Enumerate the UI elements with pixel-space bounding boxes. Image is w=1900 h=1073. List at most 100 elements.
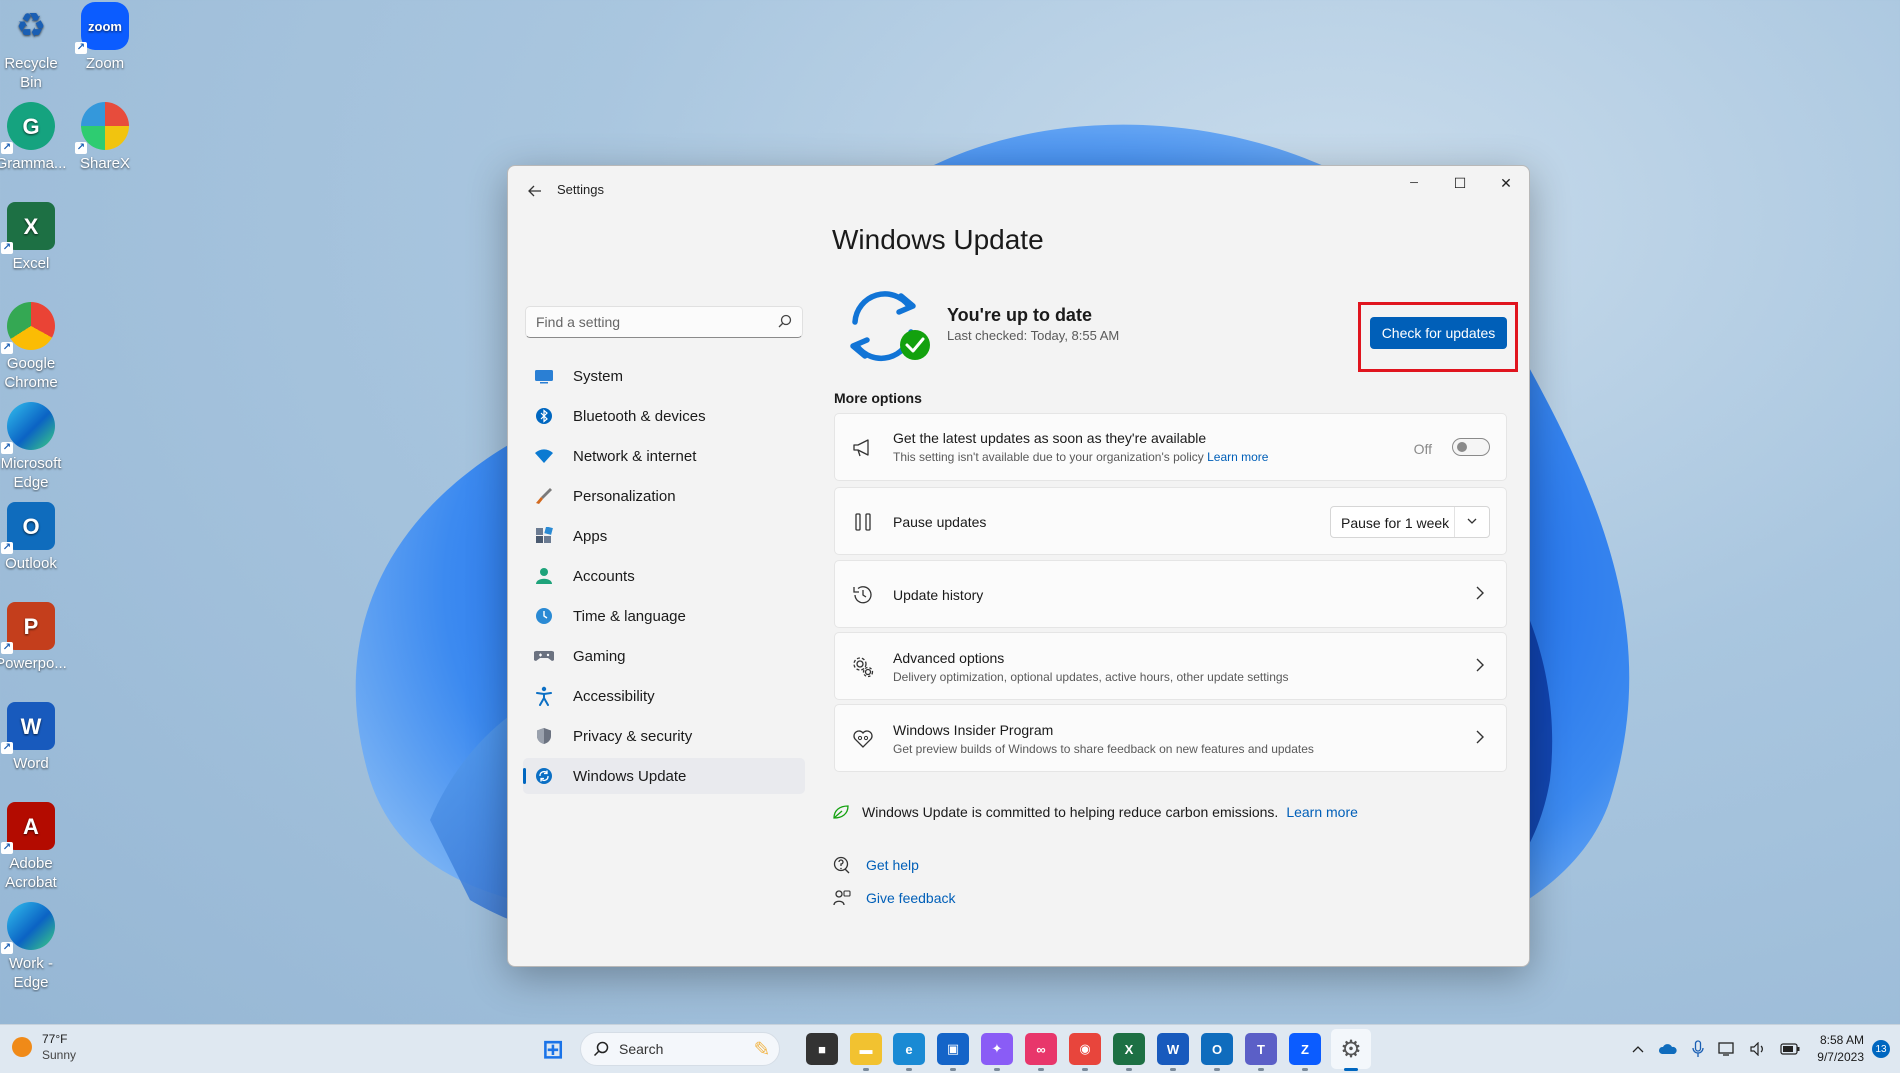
onedrive-icon[interactable] xyxy=(1658,1043,1678,1055)
app-logo-icon: W ↗ xyxy=(1,702,55,754)
weather-widget[interactable]: 77°F Sunny xyxy=(12,1031,76,1063)
excel-icon[interactable]: X xyxy=(1113,1033,1145,1071)
globe-clock-icon xyxy=(533,605,555,627)
running-indicator xyxy=(1302,1068,1308,1071)
chevron-up-icon[interactable] xyxy=(1632,1045,1644,1053)
copilot-icon[interactable]: ✦ xyxy=(981,1033,1013,1071)
desktop-icon-outlook[interactable]: O ↗ Outlook xyxy=(0,502,68,573)
file-explorer-icon[interactable]: ▬ xyxy=(850,1033,882,1071)
outlook-icon[interactable]: O xyxy=(1201,1033,1233,1071)
edge-icon[interactable]: e xyxy=(893,1033,925,1071)
desktop-icon-recycle-bin[interactable]: ♻ Recycle Bin xyxy=(0,2,68,92)
clock[interactable]: 8:58 AM 9/7/2023 xyxy=(1817,1032,1864,1066)
shortcut-arrow-icon: ↗ xyxy=(1,342,13,354)
sidebar-item-network-internet[interactable]: Network & internet xyxy=(523,438,805,474)
system-icon xyxy=(533,365,555,387)
person-icon xyxy=(533,565,555,587)
back-button[interactable] xyxy=(522,178,548,204)
latest-updates-toggle[interactable] xyxy=(1452,438,1490,456)
settings-icon[interactable]: ⚙ xyxy=(1335,1033,1367,1071)
notification-badge[interactable]: 13 xyxy=(1872,1040,1890,1058)
brush-icon xyxy=(533,485,555,507)
chevron-right-icon xyxy=(1476,730,1484,744)
desktop-icon-gramma[interactable]: G ↗ Gramma... xyxy=(0,102,68,173)
desktop-icon-excel[interactable]: X ↗ Excel xyxy=(0,202,68,273)
sidebar-item-label: Personalization xyxy=(573,487,676,505)
learn-more-link[interactable]: Learn more xyxy=(1207,450,1268,464)
weather-temp: 77°F xyxy=(42,1032,68,1046)
desktop-icon-powerpo[interactable]: P ↗ Powerpo... xyxy=(0,602,68,673)
sidebar-item-bluetooth-devices[interactable]: Bluetooth & devices xyxy=(523,398,805,434)
store-icon[interactable]: ▣ xyxy=(937,1033,969,1071)
taskbar: 77°F Sunny ⊞ ■ ▬ e ▣ ✦ ∞ ◉ X W O T Z ⚙ ✎ Search 8:58 A… xyxy=(0,1024,1900,1073)
sidebar-item-privacy-security[interactable]: Privacy & security xyxy=(523,718,805,754)
update-status-icon xyxy=(850,291,930,362)
app-logo-icon: ♻ xyxy=(15,6,47,45)
get-help-row: Get help xyxy=(832,856,919,874)
sidebar-item-windows-update[interactable]: Windows Update xyxy=(523,758,805,794)
wifi-icon xyxy=(533,445,555,467)
status-title: You're up to date xyxy=(947,305,1092,325)
sidebar-item-accounts[interactable]: Accounts xyxy=(523,558,805,594)
zoom-icon[interactable]: Z xyxy=(1289,1033,1321,1071)
more-options-label: More options xyxy=(834,390,922,406)
desktop-icon-sharex[interactable]: ↗ ShareX xyxy=(68,102,142,173)
sidebar-item-time-language[interactable]: Time & language xyxy=(523,598,805,634)
desktop-icon-zoom[interactable]: zoom ↗ Zoom xyxy=(68,2,142,73)
sidebar-item-accessibility[interactable]: Accessibility xyxy=(523,678,805,714)
close-button[interactable]: ✕ xyxy=(1483,166,1529,200)
gears-icon xyxy=(851,655,875,679)
desktop-icon-google-chrome[interactable]: ↗ Google Chrome xyxy=(0,302,68,392)
eco-text: Windows Update is committed to helping r… xyxy=(862,804,1279,820)
desktop-icon-work-edge[interactable]: ↗ Work - Edge xyxy=(0,902,68,992)
windows-insider-card[interactable]: Windows Insider Program Get preview buil… xyxy=(834,704,1507,772)
desktop-icon-adobe-acrobat[interactable]: A ↗ Adobe Acrobat xyxy=(0,802,68,892)
app-logo-icon: A ↗ xyxy=(1,802,55,854)
get-help-link[interactable]: Get help xyxy=(866,857,919,873)
sidebar-item-apps[interactable]: Apps xyxy=(523,518,805,554)
desktop-icon-label: Word xyxy=(13,755,49,772)
give-feedback-link[interactable]: Give feedback xyxy=(866,890,956,906)
sidebar-item-system[interactable]: System xyxy=(523,358,805,394)
creative-cloud-icon[interactable]: ∞ xyxy=(1025,1033,1057,1071)
pause-updates-title: Pause updates xyxy=(893,514,987,530)
start-button[interactable]: ⊞ xyxy=(537,1033,569,1065)
sidebar-nav: System Bluetooth & devices Network & inter… xyxy=(523,358,805,798)
minimize-icon: ─ xyxy=(1410,177,1418,189)
chevron-down-icon xyxy=(1467,518,1477,524)
update-history-card[interactable]: Update history xyxy=(834,560,1507,628)
network-icon[interactable] xyxy=(1718,1042,1736,1056)
window-controls: ─ ☐ ✕ xyxy=(1391,166,1529,200)
chrome-icon[interactable]: ◉ xyxy=(1069,1033,1101,1071)
advanced-options-sub: Delivery optimization, optional updates,… xyxy=(893,670,1289,684)
desktop-icon-microsoft-edge[interactable]: ↗ Microsoft Edge xyxy=(0,402,68,492)
widgets-icon[interactable]: ✎ xyxy=(746,1033,778,1065)
battery-icon[interactable] xyxy=(1780,1043,1800,1055)
app-logo-icon: ↗ xyxy=(1,902,55,954)
running-indicator xyxy=(1170,1068,1176,1071)
volume-icon[interactable] xyxy=(1750,1042,1766,1056)
advanced-options-card[interactable]: Advanced options Delivery optimization, … xyxy=(834,632,1507,700)
search-icon[interactable] xyxy=(778,314,792,328)
desktop-icon-word[interactable]: W ↗ Word xyxy=(0,702,68,773)
pause-duration-dropdown[interactable]: Pause for 1 week xyxy=(1330,506,1490,538)
weather-text: 77°F Sunny xyxy=(42,1031,76,1063)
sidebar-item-personalization[interactable]: Personalization xyxy=(523,478,805,514)
eco-learn-more-link[interactable]: Learn more xyxy=(1286,804,1358,820)
sidebar-item-gaming[interactable]: Gaming xyxy=(523,638,805,674)
task-view-icon[interactable]: ■ xyxy=(806,1033,838,1065)
teams-icon[interactable]: T xyxy=(1245,1033,1277,1071)
minimize-button[interactable]: ─ xyxy=(1391,166,1437,200)
desktop-icon-label: Recycle Bin xyxy=(4,55,58,91)
sidebar-item-label: Accessibility xyxy=(573,687,655,705)
shortcut-arrow-icon: ↗ xyxy=(75,142,87,154)
page-title: Windows Update xyxy=(832,224,1044,255)
microphone-icon[interactable] xyxy=(1692,1040,1704,1058)
maximize-button[interactable]: ☐ xyxy=(1437,166,1483,200)
word-icon[interactable]: W xyxy=(1157,1033,1189,1071)
settings-search-input[interactable] xyxy=(526,307,776,337)
desktop-icon-label: Google Chrome xyxy=(4,355,58,391)
last-checked-text: Last checked: Today, 8:55 AM xyxy=(947,328,1120,343)
desktop-icon-label: Excel xyxy=(12,255,50,272)
shortcut-arrow-icon: ↗ xyxy=(1,942,13,954)
